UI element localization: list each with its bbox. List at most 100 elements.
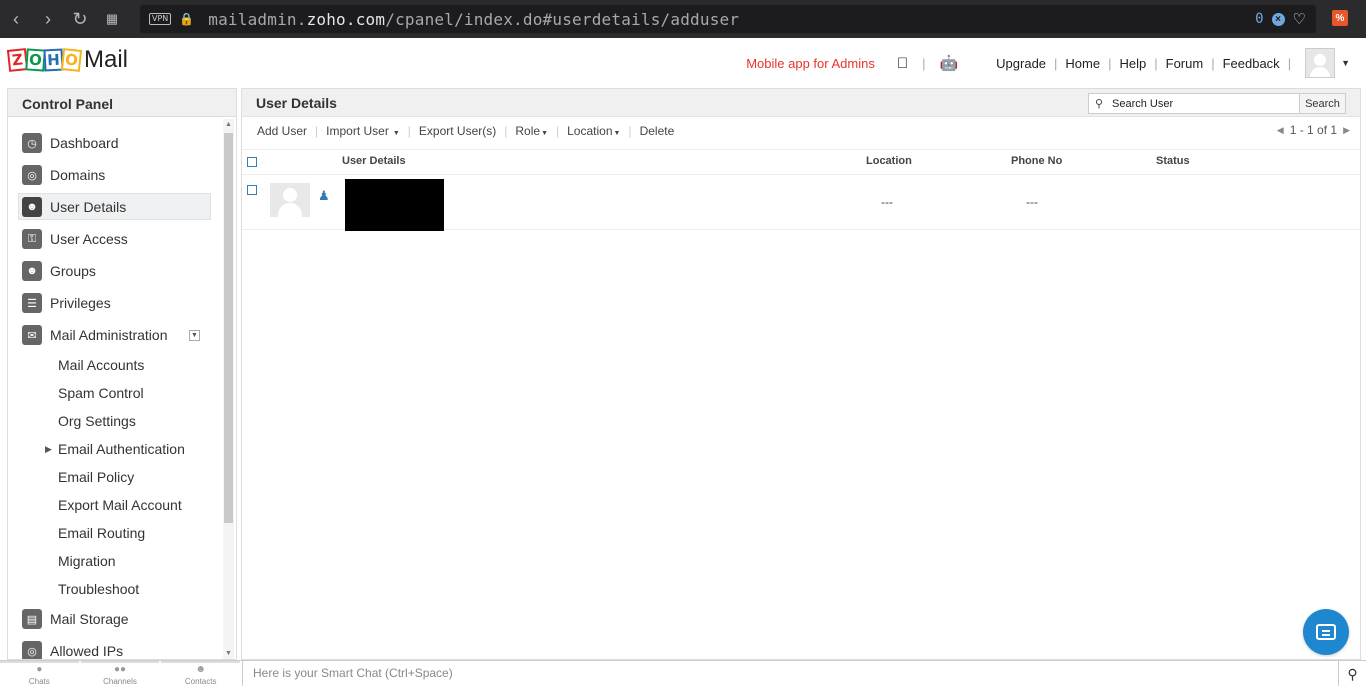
adblock-icon[interactable]: × bbox=[1271, 12, 1285, 26]
sidebar-item-mail-storage[interactable]: ▤ Mail Storage bbox=[8, 603, 222, 635]
row-checkbox[interactable] bbox=[247, 185, 257, 195]
role-dropdown[interactable]: Role▼ bbox=[515, 124, 548, 138]
scroll-up-icon[interactable]: ▲ bbox=[225, 121, 232, 128]
sidebar-item-groups[interactable]: ☻ Groups bbox=[8, 255, 222, 287]
add-user-button[interactable]: Add User bbox=[257, 124, 307, 138]
delete-button[interactable]: Delete bbox=[640, 124, 675, 138]
forward-icon[interactable]: › bbox=[32, 0, 64, 38]
contacts-icon: ☻ bbox=[195, 663, 206, 675]
sidebar-subitem-export-mail-account[interactable]: Export Mail Account bbox=[8, 491, 222, 519]
smart-chat-input[interactable]: Here is your Smart Chat (Ctrl+Space) bbox=[253, 666, 453, 680]
allowed-ips-icon: ◎ bbox=[22, 641, 42, 659]
collapse-toggle-icon[interactable]: ▼ bbox=[189, 329, 200, 341]
tabs-grid-icon[interactable]: ▦ bbox=[96, 0, 128, 38]
search-box: ⚲ Search bbox=[1088, 93, 1346, 114]
tab-chats[interactable]: ● Chats bbox=[0, 661, 79, 686]
chevron-down-icon: ▼ bbox=[392, 130, 400, 137]
bookmark-heart-icon[interactable]: ♡ bbox=[1293, 10, 1306, 28]
sidebar-item-mail-administration[interactable]: ✉ Mail Administration ▼ bbox=[8, 319, 222, 351]
zoho-mail-logo[interactable]: Z O H O Mail bbox=[6, 46, 128, 74]
search-icon: ⚲ bbox=[1094, 98, 1104, 110]
admin-user-icon: ♟ bbox=[318, 188, 330, 203]
app-header: Z O H O Mail Mobile app for Admins  | 🤖… bbox=[0, 38, 1366, 88]
extension-icon[interactable]: % bbox=[1332, 10, 1348, 26]
sidebar-item-privileges[interactable]: ☰ Privileges bbox=[8, 287, 222, 319]
url-text[interactable]: mailadmin.zoho.com/cpanel/index.do#userd… bbox=[208, 10, 739, 29]
user-access-icon: ⚿ bbox=[22, 229, 42, 249]
row-location: --- bbox=[881, 195, 893, 209]
sidebar-title: Control Panel bbox=[8, 89, 236, 117]
lock-icon: 🔒 bbox=[179, 12, 195, 26]
export-users-button[interactable]: Export User(s) bbox=[419, 124, 496, 138]
home-link[interactable]: Home bbox=[1065, 56, 1100, 71]
feedback-link[interactable]: Feedback bbox=[1223, 56, 1280, 71]
adblock-count: 0 bbox=[1255, 11, 1264, 27]
sidebar-subitem-email-authentication[interactable]: ▶ Email Authentication bbox=[8, 435, 222, 463]
sidebar-subitem-migration[interactable]: Migration bbox=[8, 547, 222, 575]
sidebar-scrollbar[interactable]: ▲ ▼ bbox=[223, 119, 234, 659]
scroll-down-icon[interactable]: ▼ bbox=[225, 650, 232, 657]
next-page-icon[interactable]: ▶ bbox=[1343, 125, 1350, 136]
expand-arrow-icon[interactable]: ▶ bbox=[45, 444, 52, 455]
control-panel-sidebar: Control Panel ◷ Dashboard ◎ Domains ☻ Us… bbox=[7, 88, 237, 660]
import-user-button[interactable]: Import User ▼ bbox=[326, 124, 400, 138]
user-icon: ☻ bbox=[22, 196, 42, 217]
sidebar-item-domains[interactable]: ◎ Domains bbox=[8, 159, 222, 191]
upgrade-link[interactable]: Upgrade bbox=[996, 56, 1046, 71]
user-avatar bbox=[270, 183, 310, 217]
chevron-down-icon: ▼ bbox=[541, 130, 548, 137]
select-all-checkbox[interactable] bbox=[247, 157, 257, 167]
address-bar[interactable]: VPN 🔒 mailadmin.zoho.com/cpanel/index.do… bbox=[140, 5, 1316, 33]
row-phone: --- bbox=[1026, 195, 1038, 209]
mobile-app-link[interactable]: Mobile app for Admins bbox=[746, 56, 875, 71]
location-dropdown[interactable]: Location▼ bbox=[567, 124, 620, 138]
help-link[interactable]: Help bbox=[1120, 56, 1147, 71]
sidebar-item-dashboard[interactable]: ◷ Dashboard bbox=[8, 127, 222, 159]
tab-contacts[interactable]: ☻ Contacts bbox=[161, 661, 241, 686]
reload-icon[interactable]: ↻ bbox=[64, 0, 96, 38]
forum-link[interactable]: Forum bbox=[1166, 56, 1204, 71]
mail-icon: ✉ bbox=[22, 325, 42, 345]
search-input[interactable] bbox=[1109, 94, 1299, 113]
column-status[interactable]: Status bbox=[1156, 155, 1190, 167]
sidebar-subitem-org-settings[interactable]: Org Settings bbox=[8, 407, 222, 435]
browser-toolbar: ‹ › ↻ ▦ VPN 🔒 mailadmin.zoho.com/cpanel/… bbox=[0, 0, 1366, 38]
chevron-down-icon: ▼ bbox=[613, 130, 621, 137]
search-icon[interactable]: ⚲ bbox=[1338, 661, 1366, 686]
chat-icon bbox=[1316, 624, 1336, 640]
user-details-panel: User Details ⚲ Search Add User | Import … bbox=[241, 88, 1361, 660]
toolbar: Add User | Import User ▼ | Export User(s)… bbox=[257, 123, 1350, 138]
column-phone-no[interactable]: Phone No bbox=[1011, 155, 1062, 167]
sidebar-subitem-email-policy[interactable]: Email Policy bbox=[8, 463, 222, 491]
avatar[interactable] bbox=[1305, 48, 1336, 78]
dashboard-icon: ◷ bbox=[22, 133, 42, 153]
search-button[interactable]: Search bbox=[1299, 94, 1345, 113]
sidebar-item-user-details[interactable]: ☻ User Details bbox=[18, 193, 211, 220]
privileges-icon: ☰ bbox=[22, 293, 42, 313]
pagination: ◀ 1 - 1 of 1 ▶ bbox=[1277, 123, 1350, 137]
column-location[interactable]: Location bbox=[866, 155, 912, 167]
back-icon[interactable]: ‹ bbox=[0, 0, 32, 38]
table-row[interactable]: ♟ --- --- bbox=[242, 175, 1360, 231]
sidebar-item-allowed-ips[interactable]: ◎ Allowed IPs bbox=[8, 635, 222, 659]
sidebar-subitem-email-routing[interactable]: Email Routing bbox=[8, 519, 222, 547]
domains-icon: ◎ bbox=[22, 165, 42, 185]
tab-channels[interactable]: ●● Channels bbox=[80, 661, 160, 686]
apple-icon[interactable]:  bbox=[897, 55, 908, 72]
chevron-down-icon[interactable]: ▼ bbox=[1341, 58, 1350, 68]
scrollbar-thumb[interactable] bbox=[224, 133, 233, 523]
sidebar-subitem-troubleshoot[interactable]: Troubleshoot bbox=[8, 575, 222, 603]
sidebar-item-user-access[interactable]: ⚿ User Access bbox=[8, 223, 222, 255]
sidebar-subitem-mail-accounts[interactable]: Mail Accounts bbox=[8, 351, 222, 379]
channels-icon: ●● bbox=[113, 663, 127, 675]
table-header: User Details Location Phone No Status bbox=[242, 149, 1360, 175]
chat-support-button[interactable] bbox=[1303, 609, 1349, 655]
vpn-badge[interactable]: VPN bbox=[149, 13, 172, 25]
groups-icon: ☻ bbox=[22, 261, 42, 281]
page-title: User Details bbox=[256, 95, 337, 111]
redacted-user-info bbox=[345, 179, 444, 231]
column-user-details[interactable]: User Details bbox=[342, 155, 406, 167]
android-icon[interactable]: 🤖 bbox=[939, 54, 958, 72]
sidebar-subitem-spam-control[interactable]: Spam Control bbox=[8, 379, 222, 407]
previous-page-icon[interactable]: ◀ bbox=[1277, 125, 1284, 136]
